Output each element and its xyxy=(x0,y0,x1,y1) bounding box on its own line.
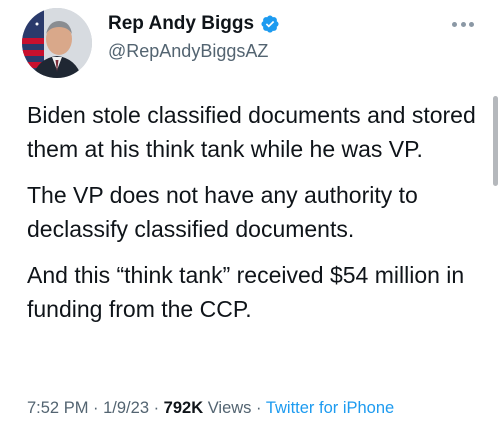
dot-icon xyxy=(469,21,474,27)
dot-icon xyxy=(460,21,466,27)
scrollbar[interactable] xyxy=(493,96,498,186)
user-avatar-photo-icon xyxy=(22,8,92,78)
tweet-paragraph: The VP does not have any authority to de… xyxy=(27,182,418,242)
separator: · xyxy=(251,399,266,417)
verified-badge-icon xyxy=(261,15,279,33)
author-row: Rep Andy Biggs xyxy=(108,12,280,36)
separator: · xyxy=(88,399,104,417)
author-handle[interactable]: @RepAndyBiggsAZ xyxy=(108,39,268,63)
tweet-text: Biden stole classified documents and sto… xyxy=(27,98,477,338)
tweet-card: Rep Andy Biggs @RepAndyBiggsAZ Biden sto… xyxy=(0,0,500,433)
tweet-time[interactable]: 7:52 PM xyxy=(27,399,88,417)
tweet-paragraph: Biden stole classified documents and sto… xyxy=(27,102,476,162)
views-label: Views xyxy=(203,399,252,417)
tweet-paragraph: And this “think tank” received $54 milli… xyxy=(27,262,465,322)
avatar[interactable] xyxy=(22,8,92,78)
separator: · xyxy=(149,399,164,417)
more-options-icon[interactable] xyxy=(452,16,474,32)
tweet-date[interactable]: 1/9/23 xyxy=(103,399,149,417)
tweet-source-link[interactable]: Twitter for iPhone xyxy=(266,399,394,417)
author-display-name[interactable]: Rep Andy Biggs xyxy=(108,12,254,36)
tweet-meta: 7:52 PM · 1/9/23 · 792K Views · Twitter … xyxy=(27,397,394,419)
dot-icon xyxy=(452,21,457,27)
views-count: 792K xyxy=(163,399,204,417)
